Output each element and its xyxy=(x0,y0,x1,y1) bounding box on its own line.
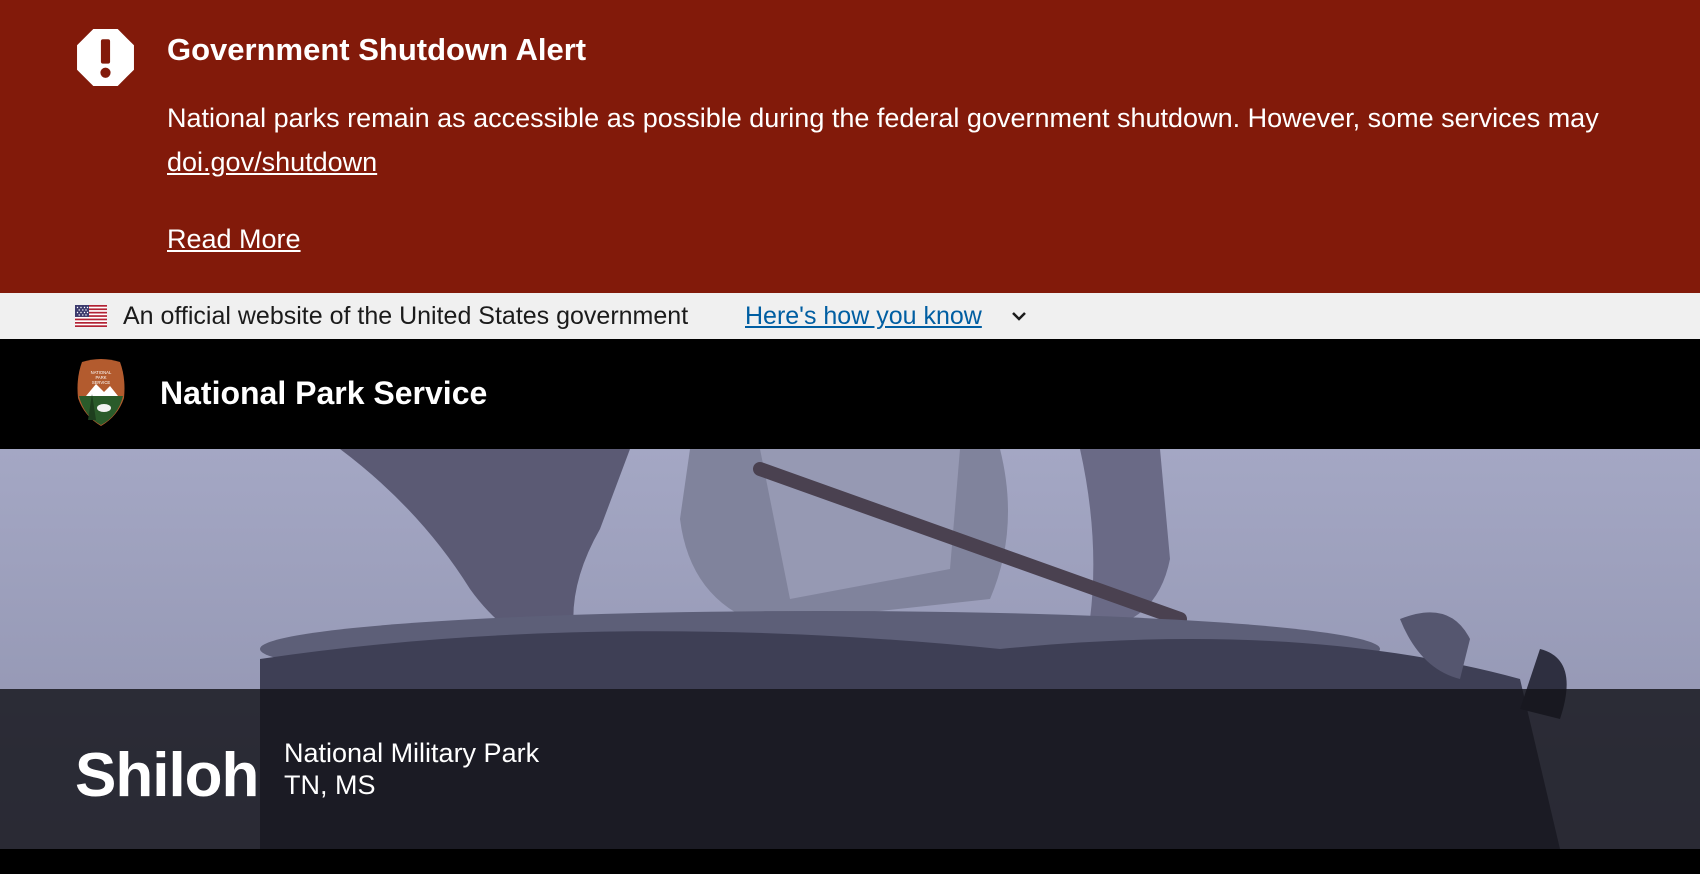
exclamation-octagon-icon xyxy=(77,29,134,86)
park-name[interactable]: Shiloh xyxy=(75,741,259,811)
official-website-text: An official website of the United States… xyxy=(123,302,689,330)
shutdown-alert: Government Shutdown Alert National parks… xyxy=(0,0,1700,293)
read-more-link[interactable]: Read More xyxy=(167,219,301,259)
how-you-know-link[interactable]: Here's how you know xyxy=(745,300,982,332)
official-gov-banner: An official website of the United States… xyxy=(0,293,1700,339)
shutdown-link[interactable]: doi.gov/shutdown xyxy=(167,140,377,184)
chevron-down-icon[interactable] xyxy=(1010,307,1028,325)
nps-header: NATIONAL PARK SERVICE National Park Serv… xyxy=(0,339,1700,449)
nps-arrowhead-icon[interactable]: NATIONAL PARK SERVICE xyxy=(74,358,128,427)
park-hero-banner: Shiloh National Military Park TN, MS xyxy=(0,449,1700,849)
bottom-bar xyxy=(0,849,1700,874)
alert-title: Government Shutdown Alert xyxy=(167,32,587,67)
park-states: TN, MS xyxy=(284,770,376,800)
alert-body: National parks remain as accessible as p… xyxy=(167,103,1599,133)
park-designation: National Military Park xyxy=(284,738,540,768)
nps-home-link[interactable]: National Park Service xyxy=(160,375,487,412)
svg-text:SERVICE: SERVICE xyxy=(92,380,111,385)
us-flag-icon xyxy=(75,305,107,327)
